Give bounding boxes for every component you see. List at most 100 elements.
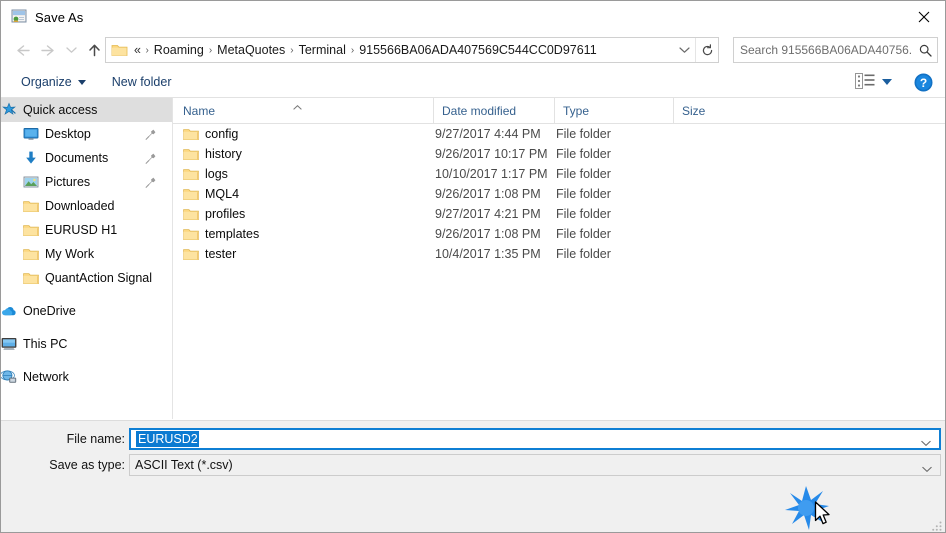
star-pin-icon (1, 102, 17, 118)
svg-text:?: ? (920, 76, 927, 90)
chevron-down-icon[interactable] (921, 436, 931, 446)
breadcrumb-item-metaquotes[interactable]: MetaQuotes (213, 41, 289, 59)
this-pc-icon (1, 336, 17, 352)
network-icon (1, 369, 17, 385)
save-as-type-select[interactable]: ASCII Text (*.csv) (129, 454, 941, 476)
table-row[interactable]: tester 10/4/2017 1:35 PM File folder (173, 244, 945, 264)
column-header-label: Date modified (442, 103, 517, 118)
type-cell: File folder (556, 147, 611, 161)
table-row[interactable]: profiles 9/27/2017 4:21 PM File folder (173, 204, 945, 224)
folder-icon (23, 246, 39, 262)
column-header-name[interactable]: Name (173, 98, 433, 123)
sidebar-item-label: OneDrive (23, 304, 76, 318)
pin-icon[interactable] (145, 153, 156, 164)
refresh-icon[interactable] (695, 38, 718, 62)
forward-button[interactable] (35, 37, 61, 63)
new-folder-button[interactable]: New folder (105, 71, 179, 93)
date-modified-cell: 9/26/2017 10:17 PM (435, 147, 548, 161)
sidebar-item-label: This PC (23, 337, 68, 351)
sidebar-item-label: Desktop (45, 127, 91, 141)
save-as-type-label: Save as type: (49, 458, 125, 472)
window-title: Save As (35, 9, 84, 25)
documents-download-icon (23, 150, 39, 166)
file-name-cell: history (205, 147, 242, 161)
sidebar-item-downloaded[interactable]: Downloaded (1, 194, 172, 218)
sidebar-item-this-pc[interactable]: This PC (1, 332, 172, 356)
breadcrumb-item-terminal[interactable]: Terminal (295, 41, 350, 59)
sidebar-item-label: Downloaded (45, 199, 115, 213)
sidebar-item-eurusd-h1[interactable]: EURUSD H1 (1, 218, 172, 242)
close-icon[interactable] (901, 1, 945, 32)
file-name-cell: config (205, 127, 239, 141)
command-bar-right: ? (851, 67, 945, 97)
up-button[interactable] (81, 37, 107, 63)
organize-label: Organize (21, 75, 72, 89)
column-headers: Name Date modified Type Size (173, 98, 945, 124)
save-as-type-value[interactable]: ASCII Text (*.csv) (135, 458, 233, 472)
table-row[interactable]: history 9/26/2017 10:17 PM File folder (173, 144, 945, 164)
back-button[interactable] (9, 37, 35, 63)
date-modified-cell: 9/26/2017 1:08 PM (435, 187, 541, 201)
column-header-label: Name (183, 103, 216, 118)
file-list-pane: Name Date modified Type Size config 9/27/201… (173, 98, 945, 419)
breadcrumb-item-roaming[interactable]: Roaming (150, 41, 208, 59)
sidebar-item-documents[interactable]: Documents (1, 146, 172, 170)
table-row[interactable]: logs 10/10/2017 1:17 PM File folder (173, 164, 945, 184)
command-bar: Organize New folder ? (1, 67, 945, 98)
search-input[interactable]: Search 915566BA06ADA40756... (740, 43, 913, 57)
table-row[interactable]: MQL4 9/26/2017 1:08 PM File folder (173, 184, 945, 204)
file-rows: config 9/27/2017 4:44 PM File folder histor… (173, 124, 945, 264)
help-icon[interactable]: ? (914, 73, 933, 92)
search-box[interactable]: Search 915566BA06ADA40756... (733, 37, 938, 63)
organize-button[interactable]: Organize (14, 71, 93, 93)
bottom-panel: File name: EURUSD2 Save as type: ASCII T… (1, 420, 945, 532)
chevron-down-icon[interactable] (922, 462, 932, 472)
sort-ascending-caret-icon (293, 99, 302, 110)
date-modified-cell: 9/27/2017 4:44 PM (435, 127, 541, 141)
chevron-down-icon[interactable] (673, 38, 695, 62)
folder-icon (23, 198, 39, 214)
folder-icon (183, 207, 199, 220)
address-bar[interactable]: « › Roaming › MetaQuotes › Terminal › 91… (105, 37, 719, 63)
sidebar-item-label: Documents (45, 151, 109, 165)
sidebar-item-label: Network (23, 370, 69, 384)
file-name-input[interactable]: EURUSD2 (129, 428, 941, 450)
sidebar-item-quantaction-signal[interactable]: QuantAction Signal (1, 266, 172, 290)
date-modified-cell: 9/26/2017 1:08 PM (435, 227, 541, 241)
search-icon[interactable] (913, 44, 937, 57)
chevron-down-icon (882, 79, 892, 85)
sidebar-item-quick-access[interactable]: Quick access (1, 98, 172, 122)
breadcrumb-item-terminal-id[interactable]: 915566BA06ADA407569C544CC0D97611 (355, 41, 600, 59)
folder-icon (183, 247, 199, 260)
type-cell: File folder (556, 227, 611, 241)
table-row[interactable]: config 9/27/2017 4:44 PM File folder (173, 124, 945, 144)
column-header-date-modified[interactable]: Date modified (433, 98, 554, 123)
sidebar-item-pictures[interactable]: Pictures (1, 170, 172, 194)
date-modified-cell: 9/27/2017 4:21 PM (435, 207, 541, 221)
breadcrumb-prefix[interactable]: « (131, 41, 144, 59)
resize-grip-icon[interactable] (931, 520, 943, 532)
file-name-value[interactable]: EURUSD2 (136, 431, 199, 447)
column-header-size[interactable]: Size (673, 98, 753, 123)
change-view-button[interactable] (851, 70, 896, 94)
folder-icon (111, 43, 128, 57)
sidebar-item-network[interactable]: Network (1, 365, 172, 389)
file-name-label: File name: (66, 432, 125, 446)
navigation-pane: Quick access Desktop Documents Pictures Down… (1, 98, 173, 419)
column-header-label: Size (682, 103, 706, 118)
file-name-cell: tester (205, 247, 237, 261)
sidebar-item-onedrive[interactable]: OneDrive (1, 299, 172, 323)
sidebar-item-desktop[interactable]: Desktop (1, 122, 172, 146)
table-row[interactable]: templates 9/26/2017 1:08 PM File folder (173, 224, 945, 244)
pin-icon[interactable] (145, 177, 156, 188)
folder-icon (23, 222, 39, 238)
type-cell: File folder (556, 207, 611, 221)
sidebar-item-my-work[interactable]: My Work (1, 242, 172, 266)
file-name-cell: templates (205, 227, 260, 241)
type-cell: File folder (556, 167, 611, 181)
pin-icon[interactable] (145, 129, 156, 140)
recent-locations-button[interactable] (61, 37, 81, 63)
column-header-type[interactable]: Type (554, 98, 673, 123)
type-cell: File folder (556, 127, 611, 141)
